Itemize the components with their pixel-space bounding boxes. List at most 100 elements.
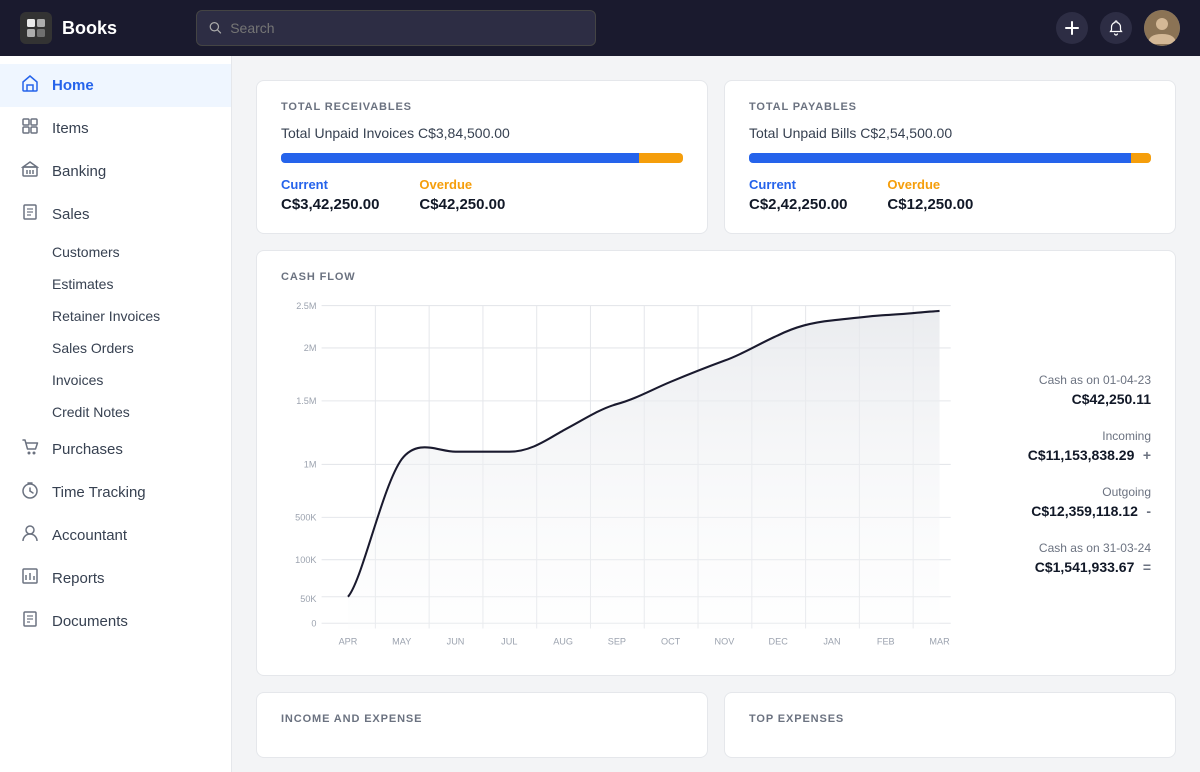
bell-icon xyxy=(1108,20,1124,36)
svg-text:0: 0 xyxy=(311,618,316,628)
svg-text:1M: 1M xyxy=(304,459,317,469)
payables-current-bar xyxy=(749,153,1131,163)
home-icon xyxy=(20,74,40,97)
sidebar-item-documents[interactable]: Documents xyxy=(0,600,231,643)
top-expenses-card: TOP EXPENSES xyxy=(724,692,1176,758)
logo-area: Books xyxy=(20,12,180,44)
logo-icon xyxy=(20,12,52,44)
sidebar-item-home[interactable]: Home xyxy=(0,64,231,107)
receivables-current-value: C$3,42,250.00 xyxy=(281,196,379,213)
cashflow-incoming-label: Incoming xyxy=(995,429,1151,443)
cashflow-chart: 2.5M 2M 1.5M 1M 500K 100K 50K 0 APR MAY … xyxy=(281,295,971,655)
sidebar-sub-invoices[interactable]: Invoices xyxy=(0,364,231,396)
cashflow-outgoing-value: C$12,359,118.12 xyxy=(1031,503,1138,519)
income-expense-card: INCOME AND EXPENSE xyxy=(256,692,708,758)
receivables-overdue-value: C$42,250.00 xyxy=(419,196,505,213)
payables-overdue-stat: Overdue C$12,250.00 xyxy=(887,177,973,213)
sidebar-sub-sales-orders-label: Sales Orders xyxy=(52,340,134,356)
svg-text:OCT: OCT xyxy=(661,636,681,646)
sidebar-item-time-tracking-label: Time Tracking xyxy=(52,484,146,501)
cashflow-start-label: Cash as on 01-04-23 xyxy=(995,373,1151,387)
svg-text:1.5M: 1.5M xyxy=(296,396,316,406)
receivables-current-stat: Current C$3,42,250.00 xyxy=(281,177,379,213)
time-tracking-icon xyxy=(20,481,40,504)
sidebar-item-time-tracking[interactable]: Time Tracking xyxy=(0,471,231,514)
cashflow-outgoing-block: Outgoing C$12,359,118.12 - xyxy=(995,485,1151,521)
payables-progress-bar xyxy=(749,153,1151,163)
sidebar-item-reports[interactable]: Reports xyxy=(0,557,231,600)
cashflow-outgoing-suffix: - xyxy=(1146,503,1151,519)
sidebar-item-items[interactable]: Items xyxy=(0,107,231,150)
sidebar-item-documents-label: Documents xyxy=(52,613,128,630)
bottom-row: INCOME AND EXPENSE TOP EXPENSES xyxy=(256,692,1176,758)
total-payables-total: Total Unpaid Bills C$2,54,500.00 xyxy=(749,125,1151,141)
items-icon xyxy=(20,117,40,140)
svg-text:JAN: JAN xyxy=(823,636,840,646)
svg-text:MAR: MAR xyxy=(929,636,950,646)
cashflow-svg: 2.5M 2M 1.5M 1M 500K 100K 50K 0 APR MAY … xyxy=(281,295,971,655)
cashflow-stats: Cash as on 01-04-23 C$42,250.11 Incoming… xyxy=(971,295,1151,655)
sidebar-item-accountant-label: Accountant xyxy=(52,527,127,544)
total-payables-card: TOTAL PAYABLES Total Unpaid Bills C$2,54… xyxy=(724,80,1176,234)
search-bar[interactable] xyxy=(196,10,596,46)
sidebar-item-accountant[interactable]: Accountant xyxy=(0,514,231,557)
svg-text:50K: 50K xyxy=(300,594,317,604)
sidebar-item-items-label: Items xyxy=(52,120,89,137)
sidebar-item-banking-label: Banking xyxy=(52,163,106,180)
cashflow-outgoing-value-row: C$12,359,118.12 - xyxy=(995,503,1151,521)
sidebar: Home Items xyxy=(0,56,232,772)
sidebar-item-banking[interactable]: Banking xyxy=(0,150,231,193)
app-name: Books xyxy=(62,18,117,39)
sidebar-item-home-label: Home xyxy=(52,77,94,94)
sidebar-item-purchases-label: Purchases xyxy=(52,441,123,458)
sidebar-sub-sales-orders[interactable]: Sales Orders xyxy=(0,332,231,364)
cashflow-start-value-row: C$42,250.11 xyxy=(995,391,1151,409)
cashflow-card: CASH FLOW xyxy=(256,250,1176,676)
sidebar-sub-credit-notes[interactable]: Credit Notes xyxy=(0,396,231,428)
sidebar-sub-credit-notes-label: Credit Notes xyxy=(52,404,130,420)
accountant-icon xyxy=(20,524,40,547)
total-receivables-label: TOTAL RECEIVABLES xyxy=(281,101,683,113)
payables-overdue-value: C$12,250.00 xyxy=(887,196,973,213)
cashflow-inner: 2.5M 2M 1.5M 1M 500K 100K 50K 0 APR MAY … xyxy=(281,295,1151,655)
svg-text:JUN: JUN xyxy=(447,636,465,646)
income-expense-label: INCOME AND EXPENSE xyxy=(281,713,683,725)
receivables-overdue-label: Overdue xyxy=(419,177,505,192)
banking-icon xyxy=(20,160,40,183)
avatar[interactable] xyxy=(1144,10,1180,46)
nav-actions xyxy=(1056,10,1180,46)
cashflow-end-label: Cash as on 31-03-24 xyxy=(995,541,1151,555)
purchases-icon xyxy=(20,438,40,461)
top-expenses-label: TOP EXPENSES xyxy=(749,713,1151,725)
payables-current-stat: Current C$2,42,250.00 xyxy=(749,177,847,213)
cashflow-end-value: C$1,541,933.67 xyxy=(1035,559,1135,575)
svg-text:2.5M: 2.5M xyxy=(296,301,316,311)
total-payables-label: TOTAL PAYABLES xyxy=(749,101,1151,113)
sidebar-sub-estimates[interactable]: Estimates xyxy=(0,268,231,300)
sidebar-sub-customers-label: Customers xyxy=(52,244,120,260)
topnav: Books xyxy=(0,0,1200,56)
sidebar-sub-customers[interactable]: Customers xyxy=(0,236,231,268)
sidebar-item-purchases[interactable]: Purchases xyxy=(0,428,231,471)
sidebar-sub-retainer-invoices[interactable]: Retainer Invoices xyxy=(0,300,231,332)
search-input[interactable] xyxy=(230,20,583,36)
svg-text:NOV: NOV xyxy=(715,636,736,646)
summary-cards: TOTAL RECEIVABLES Total Unpaid Invoices … xyxy=(256,80,1176,234)
cashflow-outgoing-label: Outgoing xyxy=(995,485,1151,499)
add-button[interactable] xyxy=(1056,12,1088,44)
cashflow-incoming-suffix: + xyxy=(1143,447,1151,463)
receivables-current-label: Current xyxy=(281,177,379,192)
sidebar-item-reports-label: Reports xyxy=(52,570,105,587)
plus-icon xyxy=(1064,20,1080,36)
svg-text:100K: 100K xyxy=(295,555,317,565)
svg-text:DEC: DEC xyxy=(769,636,789,646)
sidebar-sub-invoices-label: Invoices xyxy=(52,372,103,388)
notifications-button[interactable] xyxy=(1100,12,1132,44)
cashflow-incoming-value-row: C$11,153,838.29 + xyxy=(995,447,1151,465)
sidebar-item-sales[interactable]: Sales xyxy=(0,193,231,236)
sidebar-item-sales-label: Sales xyxy=(52,206,90,223)
sidebar-sub-estimates-label: Estimates xyxy=(52,276,113,292)
payables-overdue-label: Overdue xyxy=(887,177,973,192)
receivables-overdue-bar xyxy=(639,153,683,163)
svg-text:AUG: AUG xyxy=(553,636,573,646)
